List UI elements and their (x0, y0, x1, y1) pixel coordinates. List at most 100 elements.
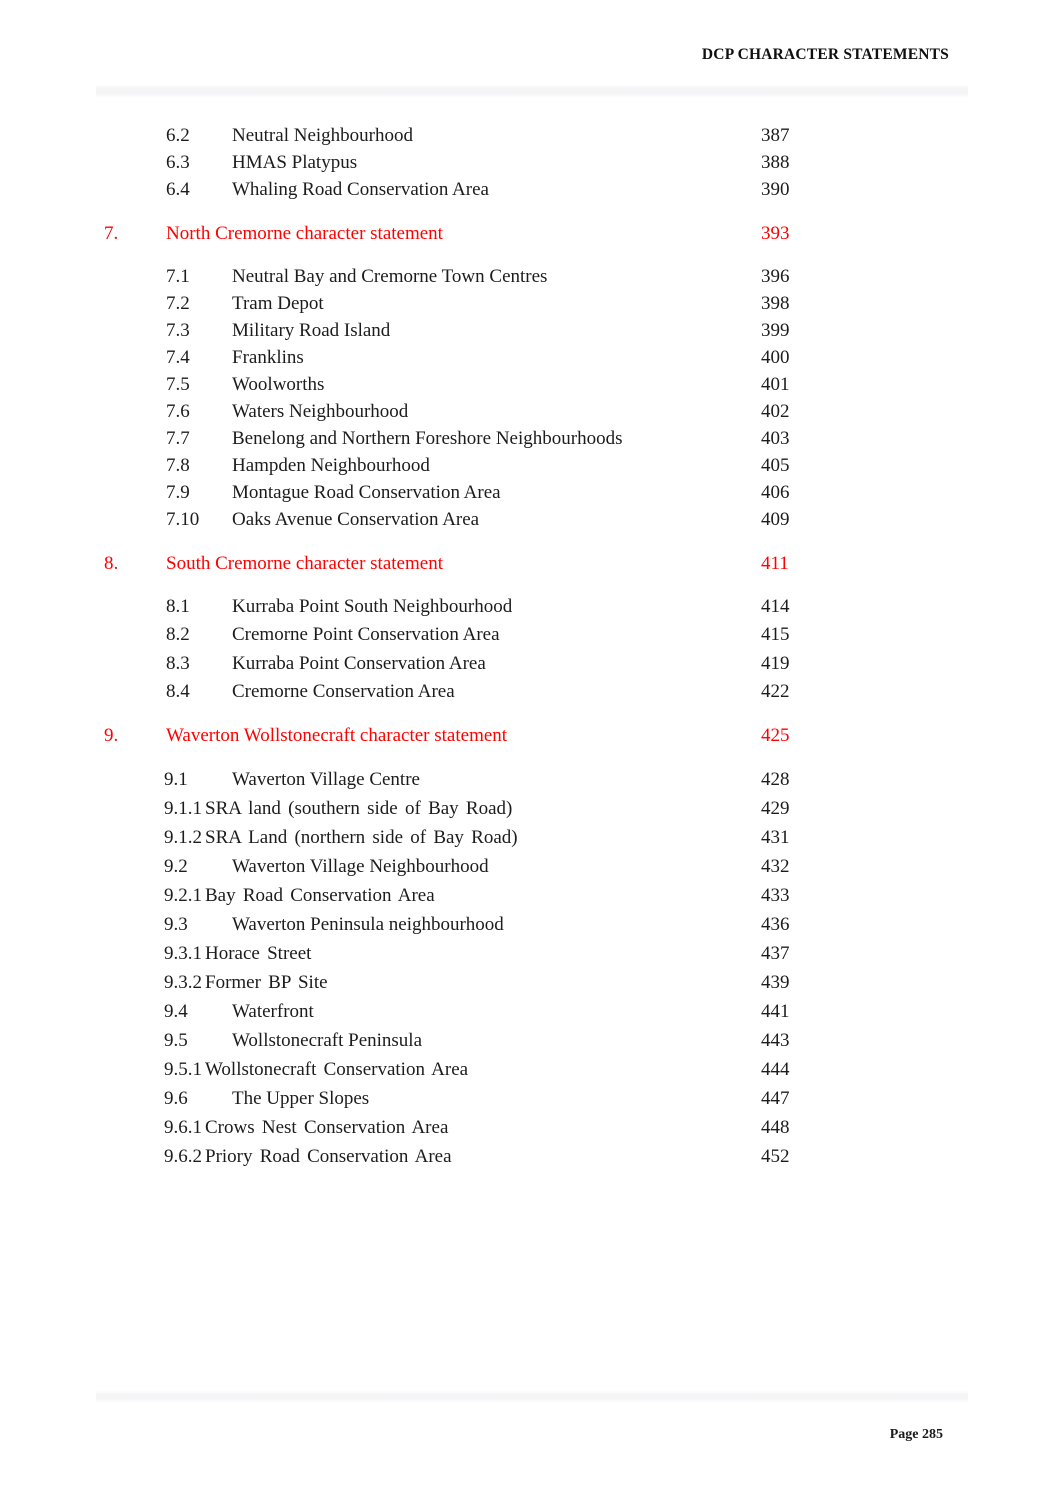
toc-section-row[interactable]: 7. North Cremorne character statement 393 (0, 219, 1062, 249)
table-of-contents: 6.2 Neutral Neighbourhood 387 6.3 HMAS Platy… (0, 122, 1062, 1171)
toc-entry-number: 7.6 (166, 401, 190, 422)
toc-entry-page-number: 402 (761, 398, 1062, 425)
toc-entry-page-number: 398 (761, 290, 1062, 317)
toc-entry-title: Wollstonecraft Peninsula (232, 1030, 423, 1051)
toc-entry-page-number: 403 (761, 425, 1062, 452)
toc-entry-page-number: 425 (761, 721, 1062, 751)
toc-entry-page-number: 443 (761, 1026, 1062, 1055)
toc-entry-number: 9.1.2 (164, 827, 202, 848)
toc-entry-row[interactable]: 7.2 Tram Depot 398 (0, 290, 1062, 317)
toc-entry-row[interactable]: 9.1.1 SRA land (southern side of Bay Road… (0, 794, 1062, 823)
toc-entry-title: Bay Road Conservation Area (205, 885, 435, 906)
toc-entry-title: Waverton Village Neighbourhood (232, 856, 489, 877)
toc-entry-page-number: 400 (761, 344, 1062, 371)
toc-entry-page-number: 432 (761, 852, 1062, 881)
toc-entry-title: Wollstonecraft Conservation Area (205, 1059, 469, 1080)
toc-entry-title: Cremorne Point Conservation Area (232, 624, 500, 645)
toc-entry-number: 7.1 (166, 266, 190, 287)
document-page: DCP CHARACTER STATEMENTS 6.2 Neutral Neig… (0, 0, 1062, 1504)
toc-entry-number: 7.8 (166, 455, 190, 476)
toc-entry-title: Kurraba Point South Neighbourhood (232, 596, 513, 617)
toc-entry-page-number: 399 (761, 317, 1062, 344)
toc-entry-row[interactable]: 9.1.2 SRA Land (northern side of Bay Road… (0, 823, 1062, 852)
toc-entry-number: 6.2 (166, 125, 190, 146)
toc-entry-page-number: 405 (761, 452, 1062, 479)
toc-entry-title: Waverton Wollstonecraft character statem… (166, 725, 508, 746)
toc-entry-row[interactable]: 6.2 Neutral Neighbourhood 387 (0, 122, 1062, 149)
toc-entry-row[interactable]: 8.1 Kurraba Point South Neighbourhood 414 (0, 593, 1062, 620)
toc-entry-page-number: 411 (761, 549, 1062, 579)
footer-divider-rule (96, 1390, 968, 1403)
toc-entry-number: 9.4 (164, 1001, 188, 1022)
toc-entry-row[interactable]: 7.8 Hampden Neighbourhood 405 (0, 452, 1062, 479)
toc-entry-row[interactable]: 7.3 Military Road Island 399 (0, 317, 1062, 344)
toc-entry-row[interactable]: 9.5.1 Wollstonecraft Conservation Area 444 (0, 1055, 1062, 1084)
toc-entry-page-number: 433 (761, 881, 1062, 910)
toc-entry-title: Military Road Island (232, 320, 391, 341)
toc-entry-number: 9.6 (164, 1088, 188, 1109)
toc-entry-title: Former BP Site (205, 972, 328, 993)
toc-entry-row[interactable]: 9.6 The Upper Slopes 447 (0, 1084, 1062, 1113)
toc-entry-row[interactable]: 9.2 Waverton Village Neighbourhood 432 (0, 852, 1062, 881)
toc-entry-number: 9.5 (164, 1030, 188, 1051)
toc-entry-page-number: 419 (761, 649, 1062, 678)
toc-entry-page-number: 415 (761, 620, 1062, 649)
toc-entry-number: 9.1 (164, 769, 188, 790)
toc-entry-row[interactable]: 9.4 Waterfront 441 (0, 997, 1062, 1026)
toc-entry-number: 7.10 (166, 509, 200, 530)
toc-entry-title: Waterfront (232, 1001, 314, 1022)
toc-entry-page-number: 429 (761, 794, 1062, 823)
page-header-title: DCP CHARACTER STATEMENTS (701, 46, 949, 63)
toc-entry-row[interactable]: 9.6.1 Crows Nest Conservation Area 448 (0, 1113, 1062, 1142)
toc-entry-number: 8. (104, 553, 119, 574)
toc-entry-page-number: 396 (761, 263, 1062, 290)
toc-entry-title: Waters Neighbourhood (232, 401, 409, 422)
toc-entry-number: 9.2 (164, 856, 188, 877)
toc-entry-row[interactable]: 9.1 Waverton Village Centre 428 (0, 765, 1062, 794)
toc-entry-row[interactable]: 9.3 Waverton Peninsula neighbourhood 436 (0, 910, 1062, 939)
toc-entry-row[interactable]: 9.3.2 Former BP Site 439 (0, 968, 1062, 997)
toc-entry-row[interactable]: 8.4 Cremorne Conservation Area 422 (0, 678, 1062, 705)
toc-entry-page-number: 414 (761, 593, 1062, 620)
toc-entry-title: Cremorne Conservation Area (232, 681, 455, 702)
toc-entry-number: 8.1 (166, 596, 190, 617)
toc-entry-row[interactable]: 6.3 HMAS Platypus 388 (0, 149, 1062, 176)
toc-entry-row[interactable]: 9.6.2 Priory Road Conservation Area 452 (0, 1142, 1062, 1171)
toc-entry-page-number: 436 (761, 910, 1062, 939)
toc-entry-number: 9.6.1 (164, 1117, 202, 1138)
toc-section-row[interactable]: 9. Waverton Wollstonecraft character stat… (0, 721, 1062, 751)
toc-entry-row[interactable]: 9.3.1 Horace Street 437 (0, 939, 1062, 968)
toc-entry-page-number: 390 (761, 176, 1062, 203)
toc-entry-row[interactable]: 8.3 Kurraba Point Conservation Area 419 (0, 649, 1062, 678)
toc-entry-title: South Cremorne character statement (166, 553, 443, 574)
toc-entry-title: SRA land (southern side of Bay Road) (205, 798, 513, 819)
toc-entry-row[interactable]: 9.5 Wollstonecraft Peninsula 443 (0, 1026, 1062, 1055)
toc-entry-number: 8.4 (166, 681, 190, 702)
toc-section-row[interactable]: 8. South Cremorne character statement 411 (0, 549, 1062, 579)
toc-entry-number: 9.5.1 (164, 1059, 202, 1080)
toc-entry-row[interactable]: 7.1 Neutral Bay and Cremorne Town Centres… (0, 263, 1062, 290)
toc-entry-row[interactable]: 6.4 Whaling Road Conservation Area 390 (0, 176, 1062, 203)
toc-entry-title: Kurraba Point Conservation Area (232, 653, 486, 674)
toc-entry-page-number: 393 (761, 219, 1062, 249)
toc-entry-row[interactable]: 7.7 Benelong and Northern Foreshore Neigh… (0, 425, 1062, 452)
toc-entry-page-number: 431 (761, 823, 1062, 852)
toc-entry-title: Waverton Village Centre (232, 769, 420, 790)
toc-entry-row[interactable]: 7.10 Oaks Avenue Conservation Area 409 (0, 506, 1062, 533)
toc-entry-row[interactable]: 7.9 Montague Road Conservation Area 406 (0, 479, 1062, 506)
footer-page-number: Page 285 (889, 1427, 943, 1442)
toc-entry-number: 9.3.1 (164, 943, 202, 964)
toc-entry-row[interactable]: 8.2 Cremorne Point Conservation Area 415 (0, 620, 1062, 649)
toc-entry-number: 9.1.1 (164, 798, 202, 819)
toc-entry-page-number: 409 (761, 506, 1062, 533)
toc-entry-row[interactable]: 7.4 Franklins 400 (0, 344, 1062, 371)
toc-entry-title: Neutral Bay and Cremorne Town Centres (232, 266, 548, 287)
toc-entry-page-number: 448 (761, 1113, 1062, 1142)
toc-entry-row[interactable]: 9.2.1 Bay Road Conservation Area 433 (0, 881, 1062, 910)
toc-entry-number: 9.3.2 (164, 972, 202, 993)
toc-entry-title: Priory Road Conservation Area (205, 1146, 452, 1167)
toc-entry-number: 6.4 (166, 179, 190, 200)
toc-entry-row[interactable]: 7.5 Woolworths 401 (0, 371, 1062, 398)
toc-entry-number: 6.3 (166, 152, 190, 173)
toc-entry-row[interactable]: 7.6 Waters Neighbourhood 402 (0, 398, 1062, 425)
